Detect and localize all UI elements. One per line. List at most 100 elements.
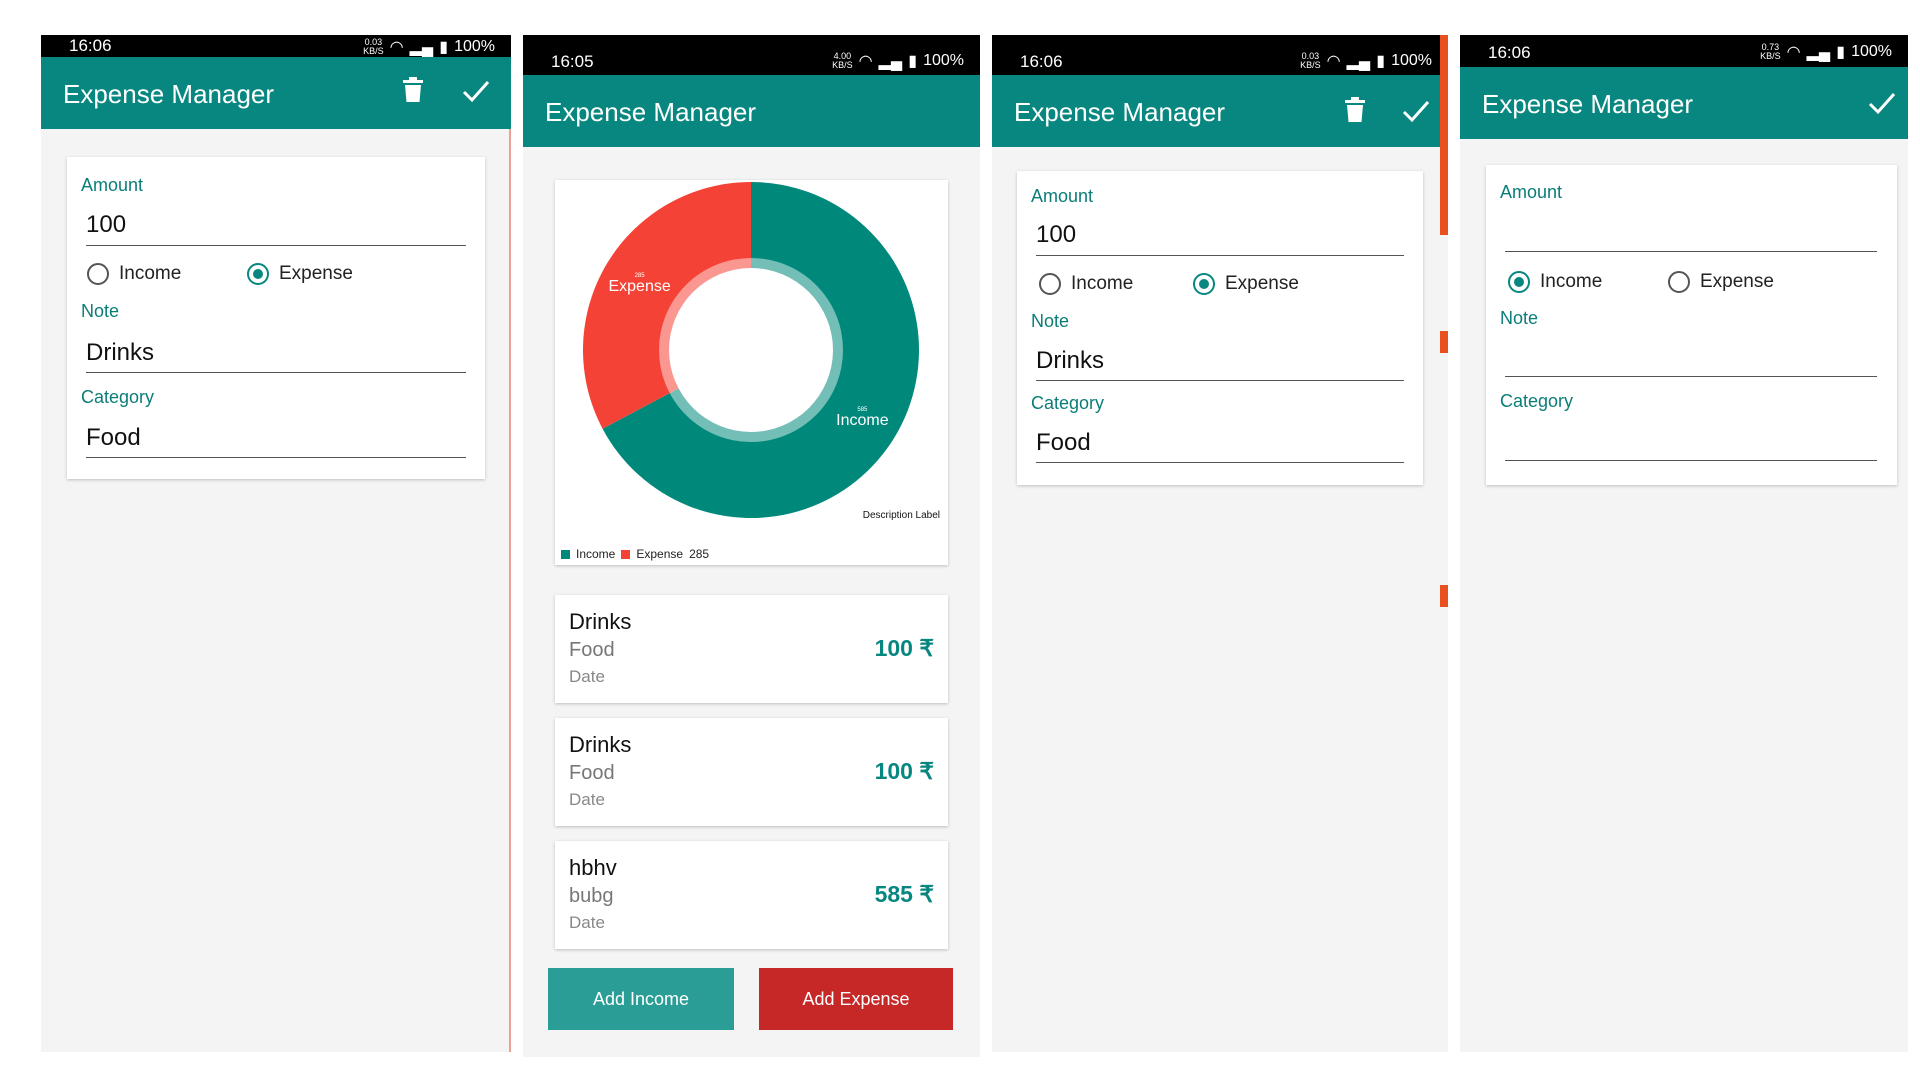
status-bar: 16:06 0.03 KB/S ◠ ▂▄ ▮ 100% (992, 35, 1448, 75)
amount-field[interactable]: 100 (86, 211, 126, 239)
app-bar: Expense Manager (523, 75, 980, 147)
battery-level: 100% (454, 38, 495, 55)
note-label: Note (81, 301, 120, 321)
category-underline (1036, 462, 1404, 463)
income-radio[interactable]: Income (1508, 271, 1602, 293)
pie-slice-label-expense: Expense (608, 278, 670, 295)
expense-radio-circle (1193, 273, 1215, 295)
signal-icon: ▂▄ (878, 53, 903, 70)
network-speed-unit: KB/S (363, 46, 384, 56)
screen-transactions: 16:05 4.00 KB/S ◠ ▂▄ ▮ 100% Expense Manag… (523, 35, 980, 1057)
wifi-icon: ◠ (858, 53, 873, 70)
transaction-row[interactable]: Drinks Food Date 100 ₹ (555, 595, 948, 703)
expense-form-card: Amount 100 Income Expense Note Drinks Ca… (67, 157, 485, 479)
network-speed: 0.03 KB/S (1300, 52, 1321, 70)
legend-income-swatch (561, 549, 570, 559)
add-expense-button[interactable]: Add Expense (759, 968, 953, 1030)
screen-edge-strip (1440, 35, 1448, 235)
wifi-icon: ◠ (389, 39, 404, 56)
status-bar: 16:06 0.03 KB/S ◠ ▂▄ ▮ 100% (41, 35, 511, 57)
signal-icon: ▂▄ (1806, 44, 1831, 61)
amount-label: Amount (1500, 182, 1563, 202)
transaction-note: Drinks (569, 732, 632, 757)
expense-radio[interactable]: Expense (1193, 273, 1299, 295)
network-speed: 4.00 KB/S (832, 52, 853, 70)
category-field[interactable]: Food (1036, 429, 1091, 457)
trash-icon[interactable] (1344, 97, 1366, 128)
expense-form-card: Amount Income Expense Note Category (1486, 165, 1897, 485)
battery-level: 100% (1391, 52, 1432, 69)
income-radio-label: Income (119, 263, 182, 284)
note-label: Note (1031, 311, 1070, 331)
screen-edge-marker (1440, 585, 1448, 607)
transaction-note: Drinks (569, 609, 632, 634)
screen-edit-expense-1: 16:06 0.03 KB/S ◠ ▂▄ ▮ 100% Expense Manag… (41, 35, 511, 1052)
add-income-button[interactable]: Add Income (548, 968, 734, 1030)
transaction-date: Date (569, 790, 605, 809)
status-time: 16:06 (1020, 52, 1063, 71)
network-speed-unit: KB/S (1760, 51, 1781, 61)
legend-expense-label: Expense (636, 547, 684, 561)
category-underline (1505, 460, 1877, 461)
app-bar: Expense Manager (1460, 67, 1908, 139)
transaction-row[interactable]: hbhv bubg Date 585 ₹ (555, 841, 948, 949)
transaction-category: Food (569, 762, 615, 784)
expense-radio[interactable]: Expense (1668, 271, 1774, 293)
status-time: 16:06 (69, 36, 112, 55)
expense-radio-circle (247, 263, 269, 285)
expense-radio-label: Expense (1225, 273, 1299, 294)
screen-edge-divider (509, 129, 511, 1052)
pie-chart: 585Income285Expense Description Label (583, 181, 940, 521)
amount-field[interactable]: 100 (1036, 221, 1076, 249)
expense-radio-label: Expense (279, 263, 353, 284)
check-icon[interactable] (1402, 99, 1430, 128)
income-radio-circle (1039, 273, 1061, 295)
note-field[interactable]: Drinks (1036, 347, 1104, 375)
income-radio[interactable]: Income (87, 263, 181, 285)
battery-icon: ▮ (1376, 53, 1386, 70)
trash-icon[interactable] (402, 77, 424, 108)
amount-underline (1036, 255, 1404, 256)
expense-form-card: Amount 100 Income Expense Note Drinks Ca… (1017, 171, 1423, 485)
app-bar: Expense Manager (41, 57, 511, 129)
category-label: Category (1031, 393, 1105, 413)
income-radio[interactable]: Income (1039, 273, 1133, 295)
chart-description: Description Label (863, 510, 940, 521)
signal-icon: ▂▄ (409, 39, 434, 56)
status-icons: 0.03 KB/S ◠ ▂▄ ▮ 100% (1300, 51, 1432, 71)
legend-expense-swatch (621, 549, 631, 559)
app-title: Expense Manager (1014, 97, 1226, 127)
amount-underline (86, 245, 466, 246)
status-icons: 0.03 KB/S ◠ ▂▄ ▮ 100% (363, 37, 495, 57)
income-radio-circle (87, 263, 109, 285)
network-speed: 0.73 KB/S (1760, 43, 1781, 61)
status-icons: 4.00 KB/S ◠ ▂▄ ▮ 100% (832, 51, 964, 71)
app-title: Expense Manager (63, 79, 275, 109)
battery-level: 100% (923, 52, 964, 69)
battery-icon: ▮ (439, 39, 449, 56)
note-field[interactable]: Drinks (86, 339, 154, 367)
transaction-row[interactable]: Drinks Food Date 100 ₹ (555, 718, 948, 826)
income-radio-label: Income (1071, 273, 1134, 294)
expense-radio[interactable]: Expense (247, 263, 353, 285)
category-field[interactable]: Food (86, 424, 141, 452)
transaction-date: Date (569, 913, 605, 932)
battery-icon: ▮ (1836, 44, 1846, 61)
transaction-amount: 585 ₹ (874, 881, 934, 907)
check-icon[interactable] (1868, 91, 1896, 120)
note-underline (1505, 376, 1877, 377)
network-speed-unit: KB/S (832, 60, 853, 70)
transaction-category: Food (569, 639, 615, 661)
status-bar: 16:06 0.73 KB/S ◠ ▂▄ ▮ 100% (1460, 35, 1908, 67)
note-label: Note (1500, 308, 1539, 328)
signal-icon: ▂▄ (1346, 53, 1371, 70)
transaction-note: hbhv (569, 855, 617, 880)
category-label: Category (81, 387, 155, 407)
check-icon[interactable] (462, 79, 490, 108)
expense-radio-label: Expense (1700, 271, 1774, 292)
app-title: Expense Manager (1482, 89, 1694, 119)
pie-slice-label-income: Income (836, 412, 889, 429)
transaction-amount: 100 ₹ (874, 758, 934, 784)
network-speed: 0.03 KB/S (363, 38, 384, 56)
status-time: 16:06 (1488, 43, 1531, 62)
